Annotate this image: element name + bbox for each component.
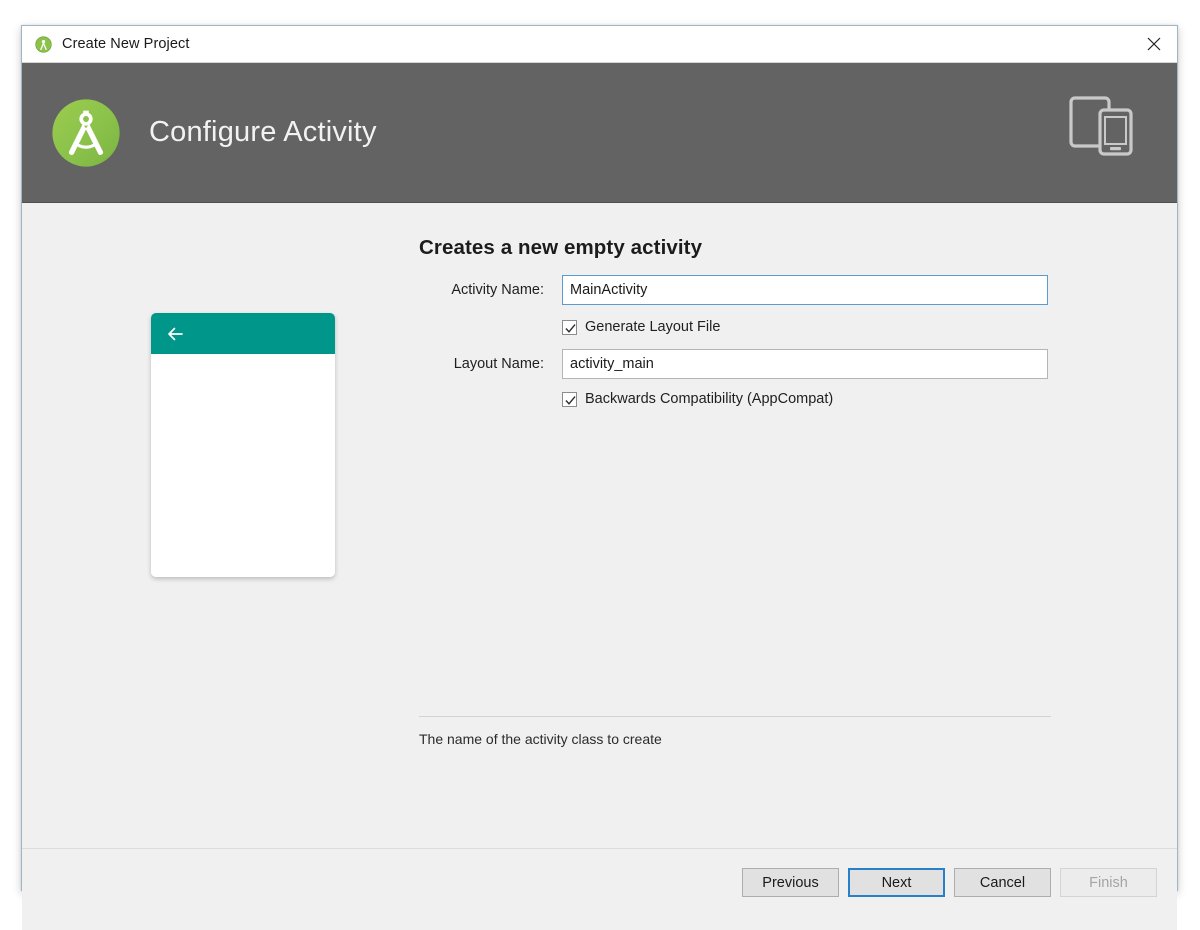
layout-name-label: Layout Name: [453, 356, 544, 372]
finish-button: Finish [1060, 868, 1157, 897]
title-bar: Create New Project [22, 26, 1177, 63]
activity-config-form: Activity Name: Generate Layout File Layo… [419, 275, 1051, 407]
create-new-project-dialog: Create New Project Configure Activity Cr… [21, 25, 1178, 930]
layout-name-input[interactable] [562, 349, 1048, 379]
footer-button-group: Previous Next Cancel Finish [742, 868, 1157, 897]
generate-layout-file-checkbox[interactable] [562, 319, 577, 335]
tablet-phone-icon [1069, 96, 1133, 156]
activity-preview-thumbnail [151, 313, 335, 577]
android-studio-logo-icon [52, 98, 120, 167]
previous-button[interactable]: Previous [742, 868, 839, 897]
hint-separator [419, 716, 1051, 717]
android-studio-icon [35, 35, 52, 53]
page-title: Creates a new empty activity [419, 236, 703, 259]
check-icon [565, 323, 576, 333]
wizard-banner: Configure Activity [22, 63, 1177, 203]
next-button[interactable]: Next [848, 868, 945, 897]
preview-content-area [151, 354, 335, 577]
hint-text: The name of the activity class to create [419, 731, 662, 747]
banner-title: Configure Activity [149, 116, 377, 148]
activity-name-row: Activity Name: [419, 275, 1051, 305]
cancel-button[interactable]: Cancel [954, 868, 1051, 897]
backwards-compatibility-label: Backwards Compatibility (AppCompat) [585, 391, 834, 407]
backwards-compatibility-row[interactable]: Backwards Compatibility (AppCompat) [419, 391, 1051, 407]
check-icon [565, 395, 576, 405]
dialog-footer: Previous Next Cancel Finish [22, 848, 1177, 930]
close-button[interactable] [1131, 26, 1177, 62]
activity-name-input[interactable] [562, 275, 1048, 305]
window-title: Create New Project [62, 36, 190, 52]
layout-name-row: Layout Name: [419, 349, 1051, 379]
dialog-body: Creates a new empty activity Activity Na… [22, 203, 1177, 848]
generate-layout-file-label: Generate Layout File [585, 319, 721, 335]
activity-name-label: Activity Name: [451, 282, 544, 298]
generate-layout-file-row[interactable]: Generate Layout File [419, 319, 1051, 335]
preview-appbar [151, 313, 335, 354]
arrow-left-icon [168, 327, 183, 340]
backwards-compatibility-checkbox[interactable] [562, 391, 577, 407]
close-icon [1147, 37, 1161, 51]
